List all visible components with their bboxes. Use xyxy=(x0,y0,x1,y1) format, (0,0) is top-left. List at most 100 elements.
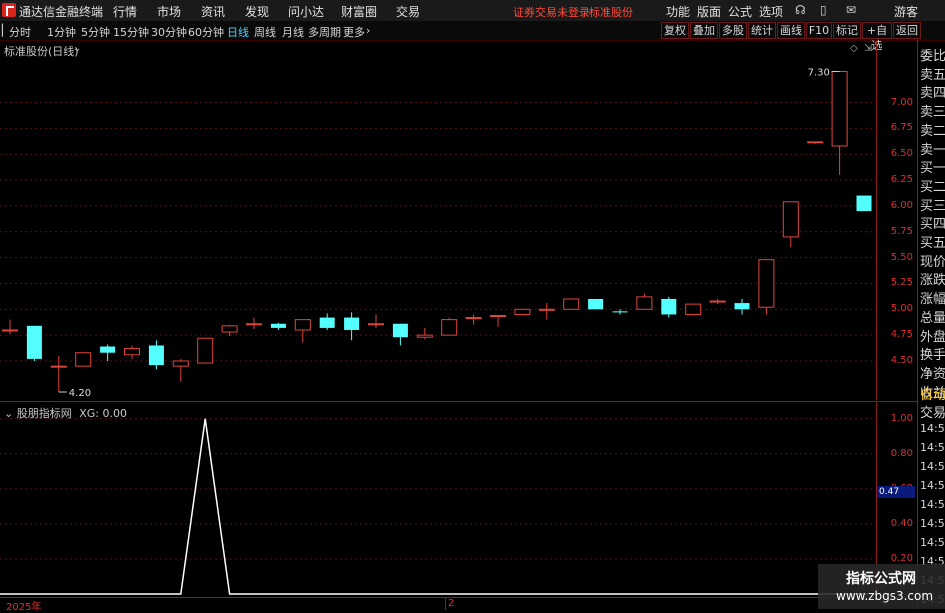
indicator-line xyxy=(0,418,876,595)
trade-label[interactable]: 交易 xyxy=(920,402,945,421)
quote-label: 卖三 xyxy=(920,105,945,121)
indicator-tick-label: 0.40 xyxy=(890,517,913,529)
quote-label: 净资 xyxy=(920,366,945,382)
headset-icon[interactable]: ☊ xyxy=(795,3,806,17)
price-tick-label: 6.75 xyxy=(890,122,913,134)
quote-label: 涨跌 xyxy=(920,273,945,289)
trade-login-status[interactable]: 证券交易未登录 xyxy=(513,4,590,20)
candle-body xyxy=(807,141,824,144)
candle-body xyxy=(856,195,872,212)
expand-icon[interactable]: ⇲ xyxy=(864,43,872,54)
candle-body xyxy=(148,345,164,366)
indicator-dropdown-icon[interactable]: ⌄ xyxy=(4,407,17,420)
tick-time: 14:56 xyxy=(920,479,945,492)
quote-label: 总量 xyxy=(920,310,945,326)
indicator-chart xyxy=(0,418,876,595)
period-tab-1min[interactable]: 1分钟 xyxy=(47,24,76,40)
indicator-panel[interactable]: ⌄ 股朋指标网 XG: 0.00 xyxy=(0,401,876,598)
period-tab-5min[interactable]: 5分钟 xyxy=(81,24,110,40)
tick-time: 14:56 xyxy=(920,498,945,511)
phone-icon[interactable]: ▯ xyxy=(820,3,827,17)
multi-stock-button[interactable]: 多股 xyxy=(719,22,747,39)
statistics-button[interactable]: 统计 xyxy=(748,22,776,39)
candle-body xyxy=(172,360,189,367)
candle-body xyxy=(344,317,360,330)
menu-item-ask[interactable]: 问小达 xyxy=(288,3,324,20)
tick-time: 14:56 xyxy=(920,422,945,435)
candle-body xyxy=(197,337,214,364)
quote-label: 委比 xyxy=(920,49,945,64)
quote-label: 买一 xyxy=(920,161,945,177)
indicator-tick-label: 0.20 xyxy=(890,552,913,564)
main-chart-panel[interactable]: 7.30 4.20 标准股份(日线) ⌄ ◇ ⇲ xyxy=(0,40,876,400)
candle-body xyxy=(465,317,482,320)
candle-body xyxy=(416,334,433,338)
candle-body xyxy=(636,296,653,310)
draw-line-button[interactable]: 画线 xyxy=(777,22,805,39)
candle-body xyxy=(709,300,726,303)
price-tick-label: 4.50 xyxy=(890,354,913,366)
indicator-name: 股朋指标网 xyxy=(16,407,72,420)
auto-trade-label[interactable]: 自动 xyxy=(920,384,945,403)
app-title: 通达信金融终端 xyxy=(19,5,104,19)
period-tab-more[interactable]: 更多 xyxy=(343,24,365,40)
tick-time: 14:56 xyxy=(920,441,945,454)
menu-item-discover[interactable]: 发现 xyxy=(245,3,269,20)
candle-body xyxy=(734,303,750,310)
period-toolbar: ▏ 分时 1分钟 5分钟 15分钟 30分钟 60分钟 日线 周线 月线 多周期… xyxy=(0,21,945,52)
menu-item-market[interactable]: 市场 xyxy=(157,3,181,20)
adjust-rights-button[interactable]: 复权 xyxy=(661,22,689,39)
mark-button[interactable]: 标记 xyxy=(833,22,861,39)
chevron-right-icon[interactable]: › xyxy=(366,24,370,37)
overlay-button[interactable]: 叠加 xyxy=(690,22,718,39)
axis-year-label: 2025年 xyxy=(6,602,42,613)
quote-panel: 委比 卖五 卖四 卖三 卖二 卖一 买一 买二 买三 买四 买五 现价 涨跌 涨幅 总量 外盘 换手 净资 收益 自动… xyxy=(917,40,945,609)
menu-item-functions[interactable]: 功能 xyxy=(666,3,690,20)
dropdown-icon[interactable]: ⌄ xyxy=(73,43,81,54)
tick-time: 14:56 xyxy=(920,517,945,530)
price-tick-label: 6.00 xyxy=(890,199,913,211)
period-tab-weekly[interactable]: 周线 xyxy=(254,24,276,40)
candle-body xyxy=(50,365,67,368)
tick-time: 14:56 xyxy=(920,536,945,549)
period-tab-intraday[interactable]: 分时 xyxy=(9,24,31,40)
indicator-title: ⌄ 股朋指标网 XG: 0.00 xyxy=(4,405,127,421)
period-tab-30min[interactable]: 30分钟 xyxy=(151,24,187,40)
menu-item-news[interactable]: 资讯 xyxy=(201,3,225,20)
candle-body xyxy=(490,314,506,317)
candle-body xyxy=(514,308,531,315)
quote-label: 买三 xyxy=(920,198,945,214)
menu-item-options[interactable]: 选项 xyxy=(759,3,783,20)
candle-body xyxy=(270,323,286,328)
period-tab-60min[interactable]: 60分钟 xyxy=(188,24,224,40)
candle-body xyxy=(319,317,335,328)
f10-button[interactable]: F10 xyxy=(806,22,832,39)
guest-account[interactable]: 游客 xyxy=(894,3,918,20)
period-tab-multi[interactable]: 多周期 xyxy=(308,24,341,40)
back-button[interactable]: 返回 xyxy=(893,22,921,39)
period-tab-15min[interactable]: 15分钟 xyxy=(113,24,149,40)
current-value-badge: 0.47 xyxy=(877,486,915,498)
indicator-tick-label: 1.00 xyxy=(890,412,913,424)
candle-body xyxy=(368,323,384,326)
add-watchlist-button[interactable]: +自选 xyxy=(862,22,892,52)
price-tick-label: 5.25 xyxy=(890,277,913,289)
candle-body xyxy=(758,259,775,308)
menu-item-formula[interactable]: 公式 xyxy=(728,3,752,20)
menu-item-market-quotes[interactable]: 行情 xyxy=(113,3,137,20)
chart-title: 标准股份(日线) xyxy=(4,45,79,58)
period-tab-monthly[interactable]: 月线 xyxy=(282,24,304,40)
menu-item-wealth-circle[interactable]: 财富圈 xyxy=(341,3,377,20)
diamond-icon[interactable]: ◇ xyxy=(850,43,858,54)
candle-body xyxy=(612,311,628,313)
menu-item-layout[interactable]: 版面 xyxy=(697,3,721,20)
tick-time: 14:56 xyxy=(920,460,945,473)
message-icon[interactable]: ✉ xyxy=(846,3,856,17)
period-tab-daily[interactable]: 日线 xyxy=(227,24,249,40)
menu-item-trade[interactable]: 交易 xyxy=(396,3,420,20)
watermark-url: www.zbgs3.com xyxy=(836,589,934,603)
candle-body xyxy=(221,325,238,333)
axis-month-label: 2 xyxy=(448,598,455,609)
candle-body xyxy=(392,323,408,338)
indicator-tick-label: 0.80 xyxy=(890,447,913,459)
